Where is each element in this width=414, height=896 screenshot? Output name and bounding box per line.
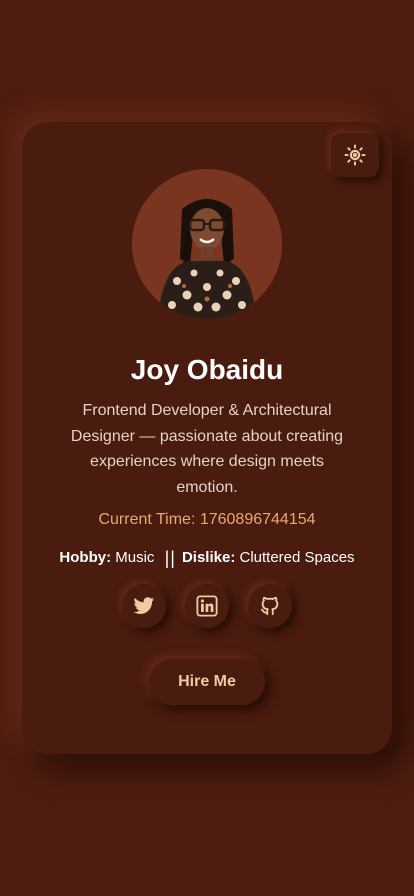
twitter-link[interactable] bbox=[122, 584, 166, 628]
hire-me-button[interactable]: Hire Me bbox=[149, 659, 265, 705]
profile-photo bbox=[132, 169, 282, 319]
linkedin-link[interactable] bbox=[185, 584, 229, 628]
hobby-value: Music bbox=[111, 549, 159, 566]
current-time-label: Current Time: bbox=[98, 511, 200, 528]
profile-name: Joy Obaidu bbox=[130, 354, 284, 385]
profile-bio: Frontend Developer & Architectural Desig… bbox=[70, 402, 344, 497]
page: Joy Obaidu Frontend Developer & Architec… bbox=[0, 0, 414, 896]
dislike-label: Dislike: bbox=[181, 549, 236, 566]
avatar bbox=[132, 169, 282, 319]
hobby-label: Hobby: bbox=[59, 549, 112, 566]
facts-separator: || bbox=[164, 547, 176, 568]
current-time: Current Time: 1760896744154 bbox=[22, 511, 392, 529]
linkedin-icon bbox=[196, 595, 218, 617]
current-time-value: 1760896744154 bbox=[199, 511, 316, 528]
theme-toggle-button[interactable] bbox=[331, 133, 379, 177]
github-link[interactable] bbox=[248, 584, 292, 628]
github-icon bbox=[260, 596, 279, 616]
sun-icon bbox=[344, 144, 366, 166]
profile-facts: Hobby: Music || Dislike: Cluttered Spaces bbox=[22, 547, 392, 568]
twitter-icon bbox=[133, 597, 155, 614]
dislike-value: Cluttered Spaces bbox=[235, 549, 355, 566]
